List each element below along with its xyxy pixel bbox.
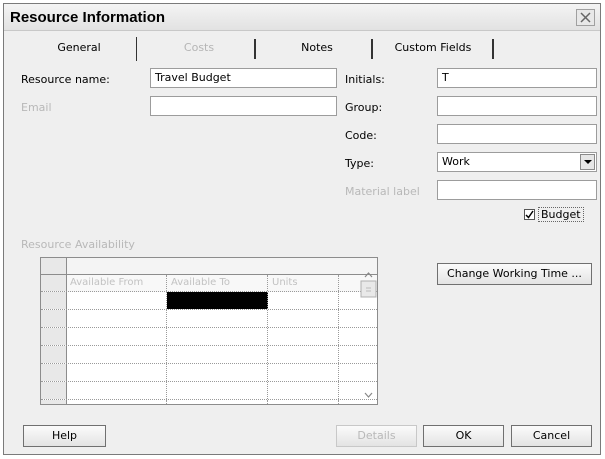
tab-custom-fields[interactable]: Custom Fields: [378, 37, 488, 61]
type-dropdown-button[interactable]: [580, 154, 595, 170]
tab-notes-label: Notes: [301, 41, 333, 54]
details-button[interactable]: Details: [336, 425, 417, 447]
budget-checkbox[interactable]: [524, 209, 535, 220]
checkmark-icon: [525, 210, 534, 219]
ok-button[interactable]: OK: [423, 425, 504, 447]
table-row: [41, 382, 377, 400]
vertical-scrollbar[interactable]: [360, 269, 377, 401]
type-label: Type:: [345, 157, 374, 170]
material-label-field[interactable]: [437, 180, 597, 200]
row-number-cell: [41, 346, 67, 363]
code-field[interactable]: [437, 124, 597, 144]
initials-field[interactable]: T: [437, 68, 597, 88]
type-select-value: Work: [442, 155, 470, 168]
table-cell[interactable]: [268, 328, 339, 345]
table-cell[interactable]: [66, 346, 167, 363]
table-cell[interactable]: [167, 382, 268, 399]
table-cell[interactable]: [167, 346, 268, 363]
row-number-cell: [41, 400, 67, 404]
code-label: Code:: [345, 129, 377, 142]
table-cell[interactable]: [66, 310, 167, 327]
dialog-title: Resource Information: [10, 9, 166, 26]
close-button[interactable]: [576, 9, 595, 26]
table-cell[interactable]: [167, 400, 268, 404]
column-label: Units: [272, 277, 298, 288]
row-number-cell: [41, 310, 67, 327]
resource-availability-label: Resource Availability: [21, 238, 135, 251]
table-cell[interactable]: [66, 292, 167, 309]
resource-name-label: Resource name:: [21, 73, 110, 86]
title-bar: Resource Information: [4, 4, 600, 31]
row-number-cell: [41, 382, 67, 399]
row-number-cell: [41, 275, 67, 291]
help-button[interactable]: Help: [23, 425, 106, 447]
table-row: [41, 400, 377, 404]
tab-divider: [371, 39, 373, 59]
tab-notes[interactable]: Notes: [267, 37, 367, 61]
row-number-cell: [41, 328, 67, 345]
budget-label: Budget: [538, 207, 584, 222]
tab-divider: [254, 39, 256, 59]
table-cell[interactable]: [66, 400, 167, 404]
close-icon: [580, 12, 591, 23]
group-label: Group:: [345, 101, 383, 114]
column-header-available-from[interactable]: Available From: [66, 275, 167, 291]
column-header-row: Available From Available To Units: [41, 275, 377, 292]
column-header-units[interactable]: Units: [268, 275, 339, 291]
tab-general[interactable]: General: [22, 37, 137, 61]
row-number-cell: [41, 292, 67, 309]
type-select[interactable]: Work: [437, 152, 597, 172]
chevron-down-icon: [584, 160, 592, 164]
table-row: [41, 364, 377, 382]
column-header-available-to[interactable]: Available To: [167, 275, 268, 291]
resource-name-field[interactable]: Travel Budget: [150, 68, 337, 88]
table-cell[interactable]: [268, 310, 339, 327]
table-cell[interactable]: [268, 364, 339, 381]
row-header-corner: [41, 258, 67, 274]
scroll-up-arrow-icon[interactable]: [364, 272, 373, 278]
scroll-down-arrow-icon[interactable]: [364, 392, 373, 398]
tab-general-label: General: [57, 41, 101, 54]
tab-costs-label: Costs: [183, 41, 215, 54]
table-row: [41, 346, 377, 364]
email-label: Email: [21, 101, 52, 114]
scroll-thumb[interactable]: [360, 280, 377, 298]
table-cell[interactable]: [66, 364, 167, 381]
tab-divider: [492, 39, 494, 59]
column-label: Available From: [70, 277, 144, 288]
table-cell[interactable]: [167, 328, 268, 345]
tab-costs[interactable]: Costs: [149, 37, 249, 61]
tab-custom-fields-label: Custom Fields: [394, 41, 472, 54]
table-header-row: [41, 258, 377, 275]
availability-table[interactable]: Available From Available To Units: [40, 257, 378, 405]
column-label: Available To: [171, 277, 230, 288]
group-field[interactable]: [437, 96, 597, 116]
table-cell[interactable]: [268, 292, 339, 309]
scrollbar-graphic: [360, 272, 377, 398]
table-cell[interactable]: [167, 364, 268, 381]
change-working-time-button[interactable]: Change Working Time ...: [437, 263, 592, 285]
table-cell[interactable]: [268, 382, 339, 399]
email-field[interactable]: [150, 96, 337, 116]
table-row: [41, 292, 377, 310]
cancel-button[interactable]: Cancel: [511, 425, 592, 447]
table-cell[interactable]: [268, 346, 339, 363]
selected-cell[interactable]: [167, 292, 268, 309]
table-row: [41, 310, 377, 328]
table-row: [41, 328, 377, 346]
row-number-cell: [41, 364, 67, 381]
resource-information-dialog: Resource Information General Costs Notes…: [3, 3, 601, 455]
table-cell[interactable]: [66, 382, 167, 399]
table-cell[interactable]: [268, 400, 339, 404]
table-cell[interactable]: [167, 310, 268, 327]
table-cell[interactable]: [66, 328, 167, 345]
initials-label: Initials:: [345, 73, 385, 86]
material-label-label: Material label: [345, 185, 420, 198]
